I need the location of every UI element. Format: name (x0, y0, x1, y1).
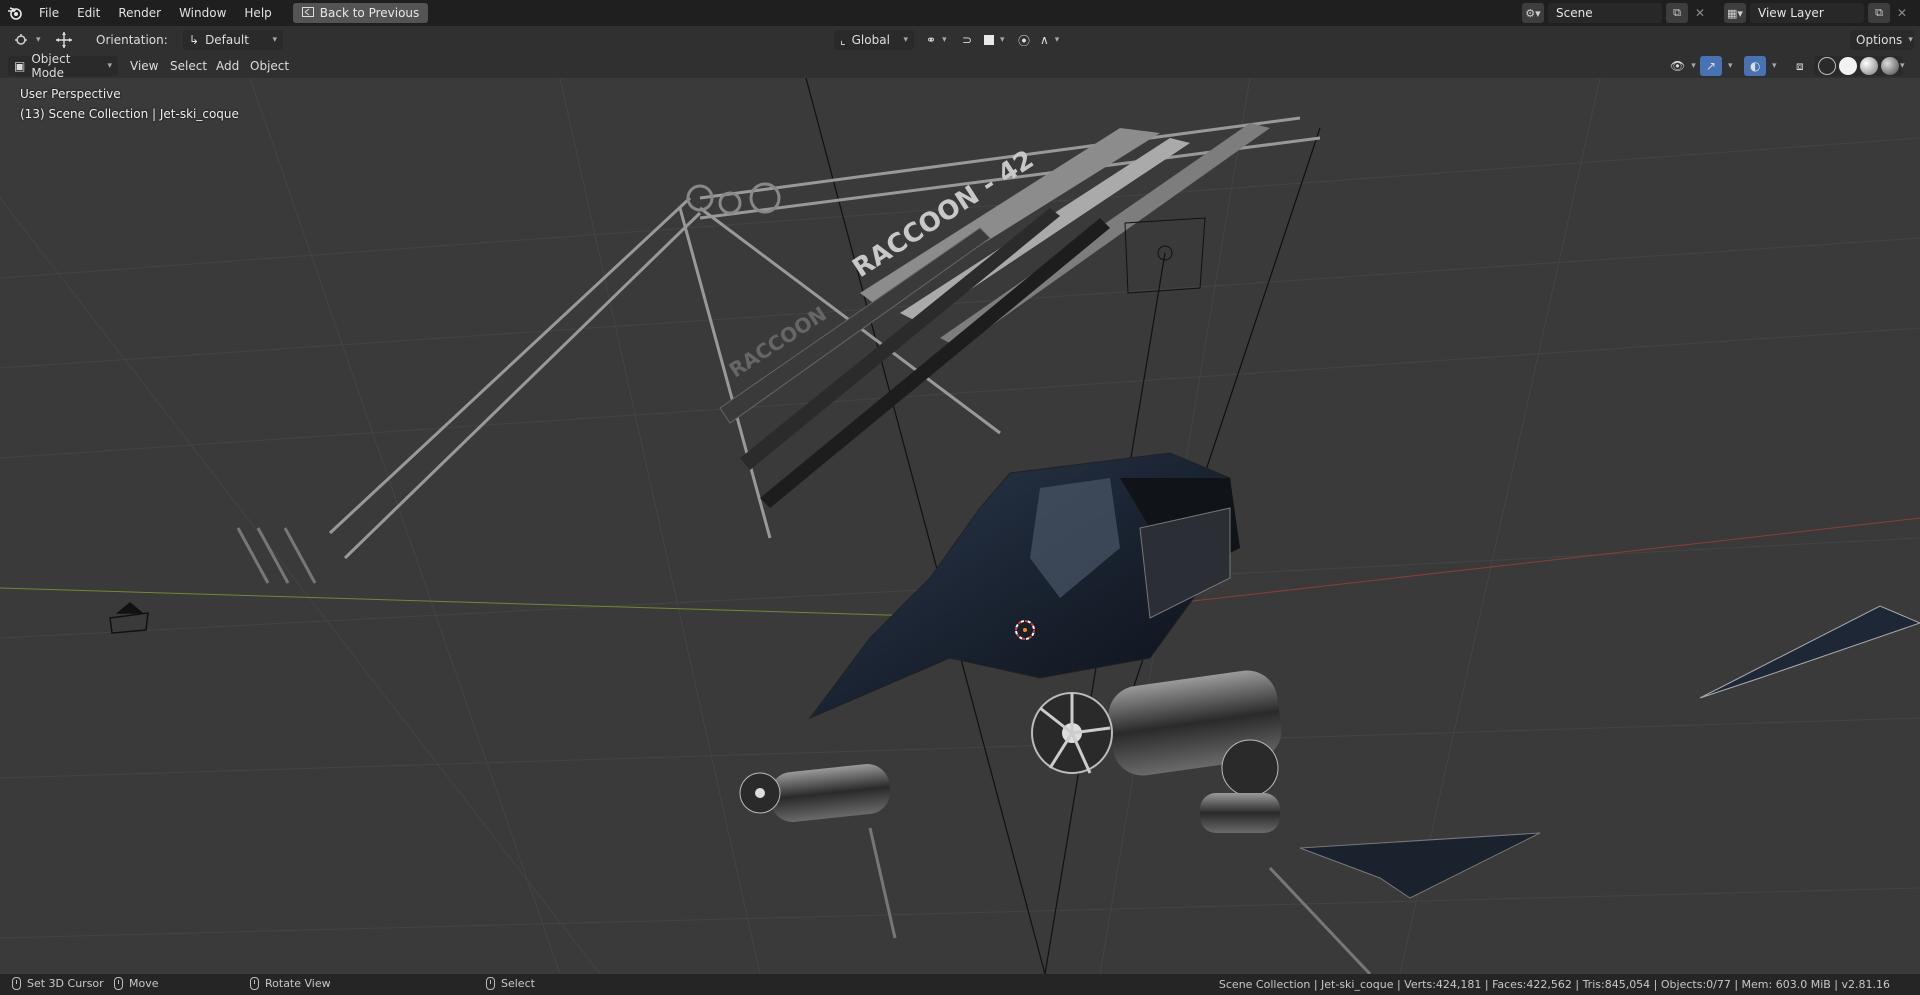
menu-window[interactable]: Window (170, 0, 235, 26)
viewport-header: ▣ Object Mode ▾ View Select Add Object 👁… (0, 52, 1920, 80)
mouse-icon (12, 977, 21, 990)
orientation-icon: ↳ (189, 33, 200, 47)
hint-select: Select (486, 977, 535, 990)
fin-right (1299, 832, 1541, 899)
menu-edit[interactable]: Edit (68, 0, 109, 26)
transform-orientation-dropdown[interactable]: ⌞ Global ▾ (834, 30, 914, 50)
main-menu: File Edit Render Window Help (30, 0, 281, 26)
proportional-icon[interactable]: ⦿ (1012, 30, 1036, 50)
active-collection-label: (13) Scene Collection | Jet-ski_coque (20, 107, 239, 121)
hint-rotate-view: Rotate View (250, 977, 331, 990)
pivot-icon[interactable]: ⚭ ▾ (920, 30, 953, 50)
chevron-down-icon: ▾ (107, 61, 112, 71)
orientation-label: Orientation: (96, 33, 168, 47)
options-label: Options (1856, 33, 1903, 47)
engine-left (739, 764, 891, 822)
object-mode-label: Object Mode (31, 52, 71, 80)
camera-object (109, 602, 149, 634)
mouse-icon (250, 977, 259, 990)
editor-type-icon[interactable]: ▾ (8, 30, 47, 50)
view-layer-field[interactable]: View Layer (1750, 3, 1864, 23)
blender-logo-icon[interactable] (0, 0, 30, 26)
hint-rotate-view-label: Rotate View (265, 977, 331, 990)
mouse-icon (486, 977, 495, 990)
view-perspective-label: User Perspective (20, 87, 121, 101)
tool-settings-header: ▾ Orientation: ↳ Default ▾ ⌞ Global ▾ ⚭ ▾… (0, 26, 1920, 54)
gizmo-dropdown-icon[interactable]: ▾ (1722, 56, 1739, 76)
strut (1268, 866, 1372, 974)
viewport-scene: RACCOON - 42 RACCOON (0, 78, 1920, 974)
hint-set-3d-cursor-label: Set 3D Cursor (27, 977, 104, 990)
back-to-previous-label: Back to Previous (319, 6, 420, 20)
snap-icon[interactable]: ⊃ (956, 30, 978, 50)
mouse-icon (114, 977, 123, 990)
xray-icon[interactable]: ⧈ (1790, 56, 1810, 76)
shading-dropdown-icon[interactable]: ▾ (1894, 56, 1911, 76)
new-scene-icon[interactable]: ⧉ (1666, 3, 1688, 23)
menu-add[interactable]: Add (210, 56, 245, 76)
hint-move: Move (114, 977, 159, 990)
orientation-dropdown[interactable]: ↳ Default ▾ (183, 30, 283, 50)
shading-modes (1814, 56, 1903, 76)
wireframe-shading-icon[interactable] (1818, 57, 1836, 75)
3d-viewport[interactable]: RACCOON - 42 RACCOON User Perspective (1… (0, 78, 1920, 974)
menu-object[interactable]: Object (244, 56, 295, 76)
global-axis-icon: ⌞ (840, 33, 846, 47)
menu-help[interactable]: Help (235, 0, 280, 26)
hint-move-label: Move (129, 977, 159, 990)
options-dropdown[interactable]: Options ▾ (1850, 30, 1914, 50)
object-mode-icon: ▣ (14, 59, 26, 73)
object-mode-dropdown[interactable]: ▣ Object Mode ▾ (8, 52, 118, 80)
snap-target-icon[interactable]: ▾ (978, 30, 1011, 50)
orientation-value: Default (205, 33, 249, 47)
gizmo-icon[interactable]: ↗ (1700, 56, 1723, 76)
scene-name-field[interactable]: Scene (1548, 3, 1662, 23)
chevron-down-icon: ▾ (272, 35, 277, 45)
visibility-icon[interactable]: 👁 ▾ (1664, 56, 1702, 76)
delete-view-layer-icon[interactable]: ✕ (1894, 6, 1910, 20)
menu-render[interactable]: Render (109, 0, 170, 26)
menu-file[interactable]: File (30, 0, 68, 26)
hint-select-label: Select (501, 977, 535, 990)
chevron-down-icon: ▾ (903, 35, 908, 45)
delete-scene-icon[interactable]: ✕ (1692, 6, 1708, 20)
scene-statistics: Scene Collection | Jet-ski_coque | Verts… (1218, 978, 1890, 991)
view-layer-selector-icon[interactable]: ▦▾ (1724, 3, 1746, 23)
overlay-dropdown-icon[interactable]: ▾ (1766, 56, 1783, 76)
menu-select[interactable]: Select (164, 56, 213, 76)
material-shading-icon[interactable] (1860, 57, 1878, 75)
solid-shading-icon[interactable] (1839, 57, 1857, 75)
back-icon (301, 6, 314, 20)
status-bar: Set 3D Cursor Move Rotate View Select Sc… (0, 974, 1920, 995)
transform-gizmo-icon[interactable] (48, 30, 80, 50)
strut-left (868, 827, 897, 939)
menu-view[interactable]: View (124, 56, 164, 76)
new-view-layer-icon[interactable]: ⧉ (1868, 3, 1890, 23)
top-right-controls: ⚙▾ Scene ⧉ ✕ ▦▾ View Layer ⧉ ✕ (1522, 0, 1920, 26)
falloff-icon[interactable]: ∧ ▾ (1034, 30, 1065, 50)
overlay-icon[interactable]: ◐ (1744, 56, 1767, 76)
back-to-previous-button[interactable]: Back to Previous (292, 3, 429, 23)
scene-name-label: Scene (1556, 6, 1593, 20)
scene-selector-icon[interactable]: ⚙▾ (1522, 3, 1544, 23)
hint-set-3d-cursor: Set 3D Cursor (12, 977, 104, 990)
view-layer-label: View Layer (1758, 6, 1824, 20)
jet-ski-hull (808, 452, 1240, 720)
transform-space-value: Global (851, 33, 890, 47)
chevron-down-icon: ▾ (1908, 35, 1913, 45)
top-menu-bar: File Edit Render Window Help Back to Pre… (0, 0, 1920, 26)
fin-far-right (1699, 605, 1920, 699)
